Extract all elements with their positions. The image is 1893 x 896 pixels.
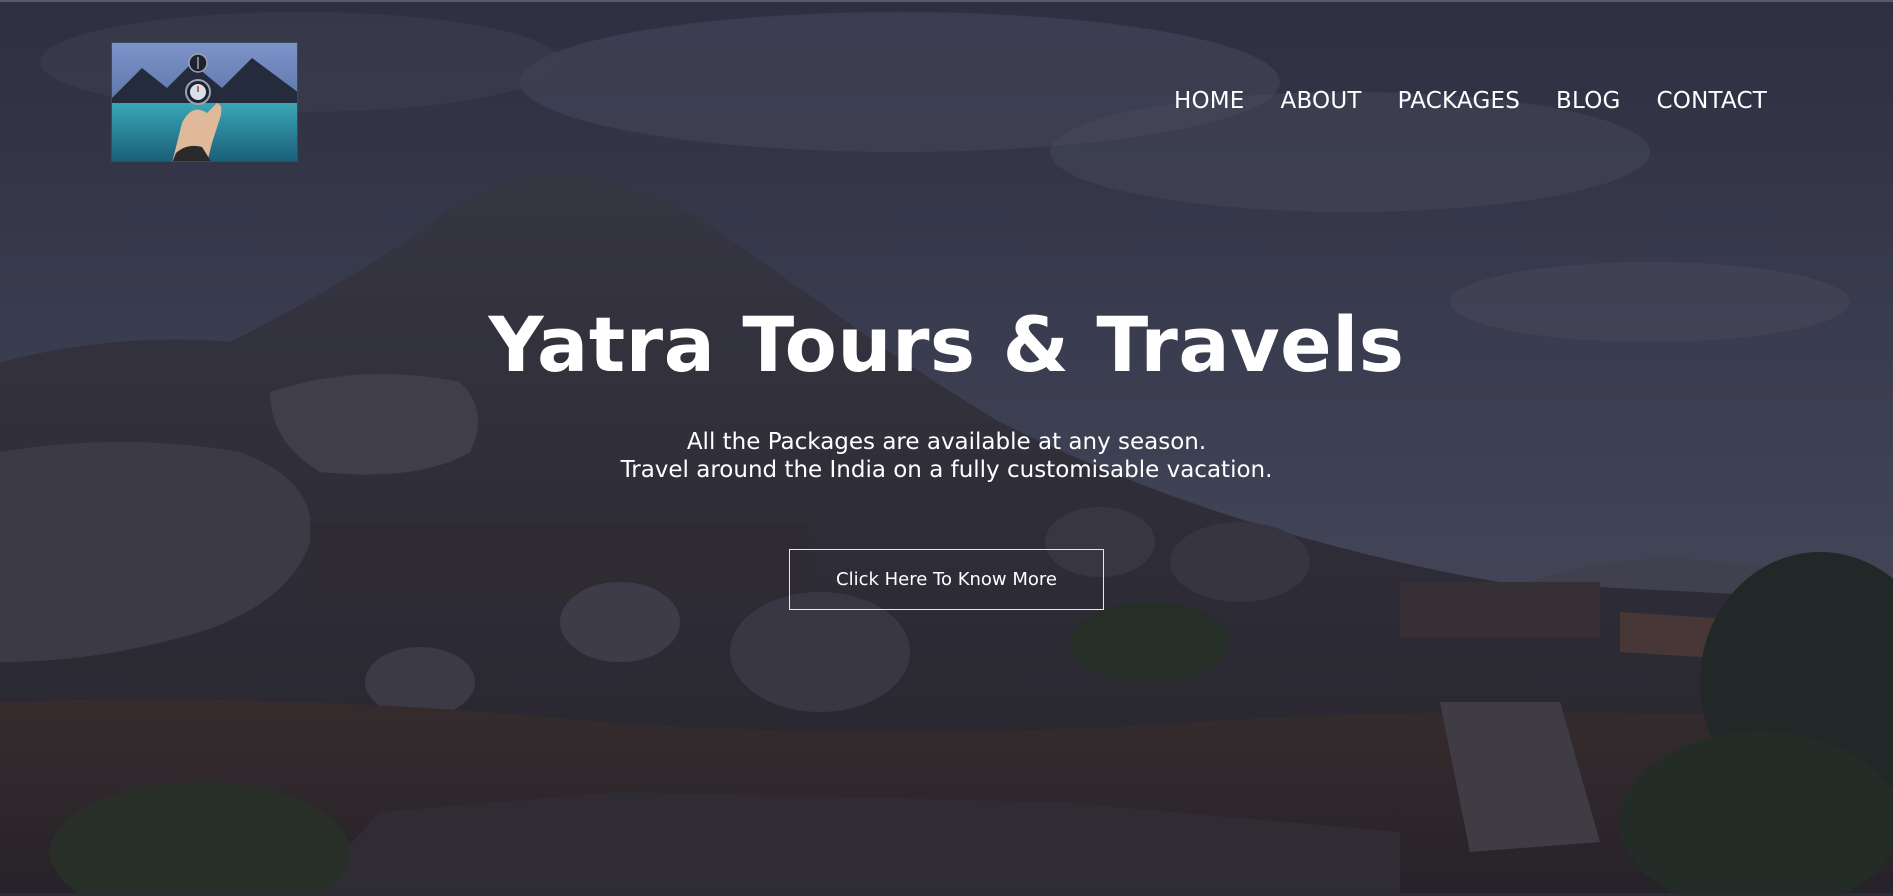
hero-section: HOME ABOUT PACKAGES BLOG CONTACT Yatra T… bbox=[0, 0, 1893, 896]
main-navigation: HOME ABOUT PACKAGES BLOG CONTACT bbox=[1174, 88, 1767, 114]
nav-item-home[interactable]: HOME bbox=[1174, 88, 1245, 114]
know-more-button[interactable]: Click Here To Know More bbox=[789, 549, 1104, 610]
site-logo[interactable] bbox=[111, 42, 298, 162]
hero-title: Yatra Tours & Travels bbox=[488, 300, 1405, 389]
nav-item-packages[interactable]: PACKAGES bbox=[1398, 88, 1520, 114]
nav-item-blog[interactable]: BLOG bbox=[1556, 88, 1621, 114]
hero-subtitle-line-2: Travel around the India on a fully custo… bbox=[620, 457, 1273, 483]
hero-subtitle-line-1: All the Packages are available at any se… bbox=[686, 429, 1207, 455]
nav-item-contact[interactable]: CONTACT bbox=[1657, 88, 1767, 114]
hero-subtitle: All the Packages are available at any se… bbox=[0, 428, 1893, 484]
nav-item-about[interactable]: ABOUT bbox=[1281, 88, 1362, 114]
compass-in-hand-icon bbox=[112, 43, 297, 161]
